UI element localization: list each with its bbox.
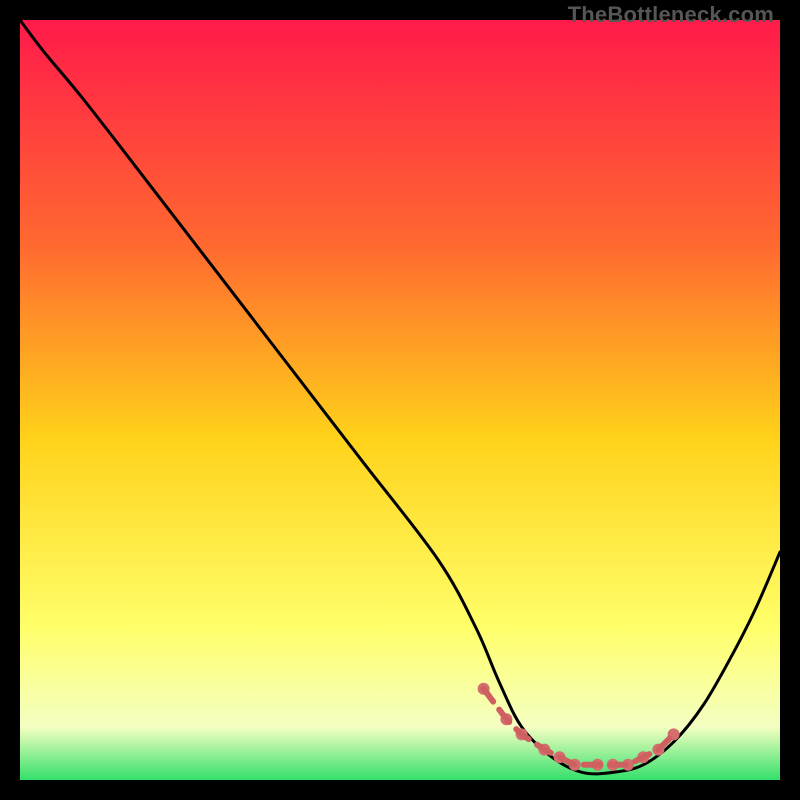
watermark-text: TheBottleneck.com bbox=[568, 2, 774, 28]
gradient-background bbox=[20, 20, 780, 780]
bottleneck-chart bbox=[20, 20, 780, 780]
chart-frame bbox=[20, 20, 780, 780]
